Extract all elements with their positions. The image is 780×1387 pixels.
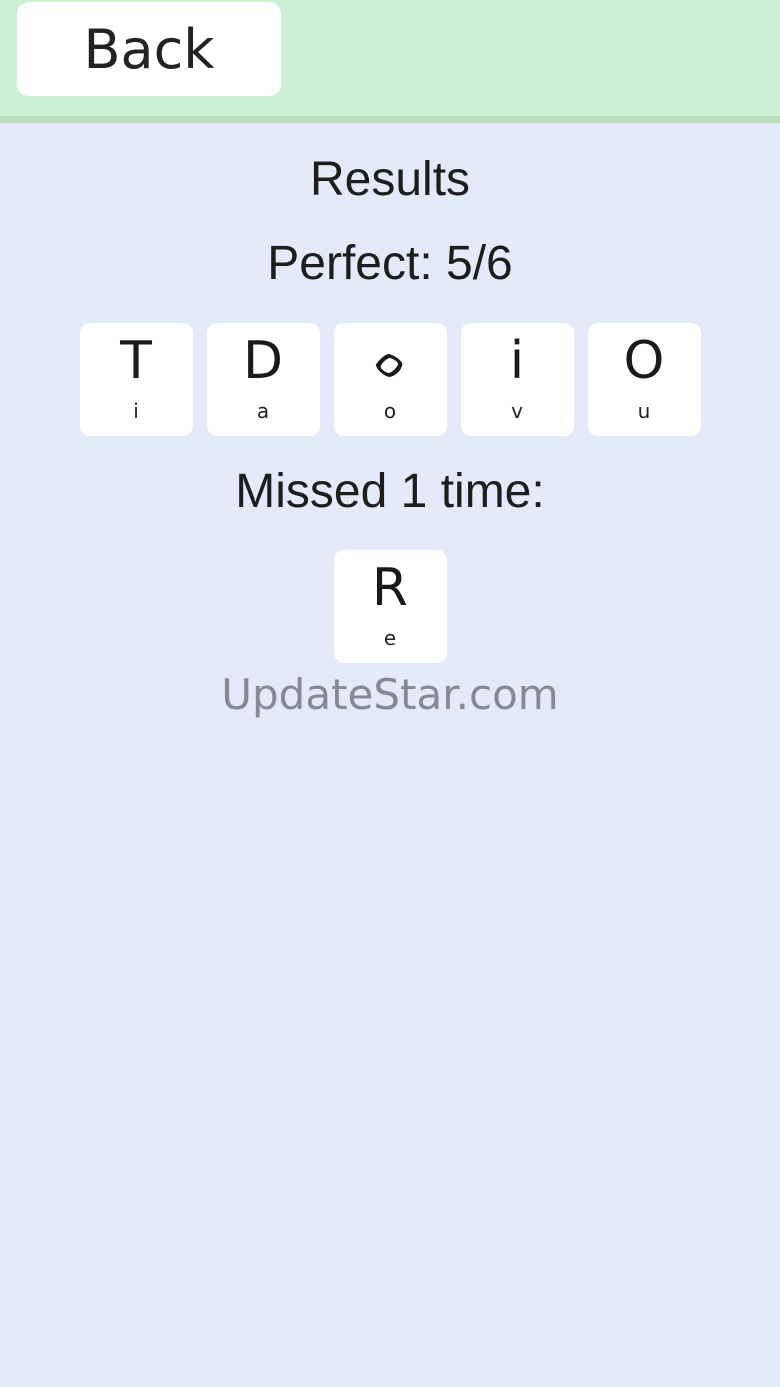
letter-tile[interactable]: T i (79, 323, 193, 436)
tile-latin: i (133, 399, 139, 423)
tile-latin: u (637, 399, 651, 423)
perfect-score: Perfect: 5/6 (267, 237, 513, 290)
watermark: UpdateStar.com (221, 670, 559, 719)
tile-glyph: i (509, 331, 525, 391)
tile-latin: o (383, 399, 397, 423)
tile-glyph: D (242, 331, 284, 391)
letter-tile[interactable]: i v (460, 323, 574, 436)
letter-tile[interactable]: D a (206, 323, 320, 436)
missed-tiles: R e (0, 550, 780, 663)
letter-tile[interactable]: O u (587, 323, 701, 436)
letter-tile[interactable]: R e (333, 550, 447, 663)
tile-latin: v (511, 399, 523, 423)
tile-latin: a (256, 399, 270, 423)
perfect-tiles: T i D a ᨔ o i v O u (0, 323, 780, 436)
missed-label: Missed 1 time: (235, 465, 545, 518)
tile-glyph: ᨔ (371, 331, 409, 391)
tile-glyph: T (120, 331, 152, 391)
tile-glyph: O (623, 331, 665, 391)
tile-glyph: R (371, 558, 409, 618)
results-title: Results (309, 153, 471, 206)
letter-tile[interactable]: ᨔ o (333, 323, 447, 436)
back-button[interactable]: Back (17, 2, 281, 96)
top-bar: Back (0, 0, 780, 123)
tile-latin: e (383, 626, 397, 650)
